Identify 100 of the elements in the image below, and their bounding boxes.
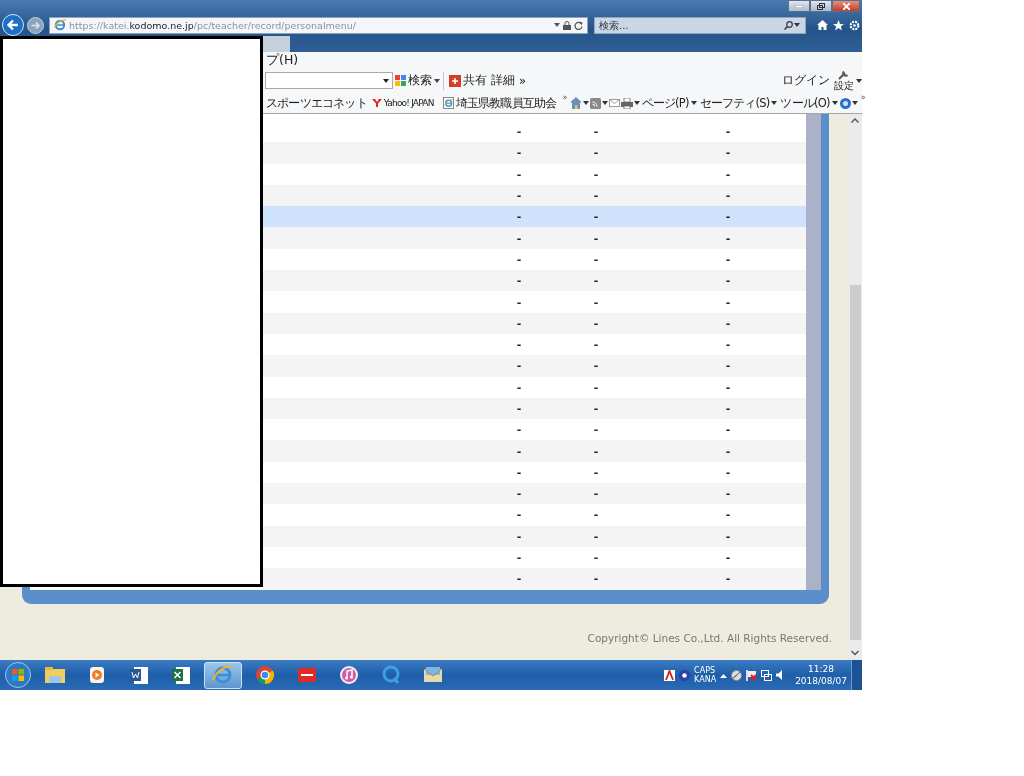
command-menu[interactable]: セーフティ(S) [698,95,779,111]
taskbar-button[interactable] [204,661,242,689]
more-button[interactable]: » [562,93,567,102]
menu-item[interactable]: プ(H) [264,51,301,69]
music-icon [338,664,360,686]
minimize-button[interactable] [788,0,810,12]
table-cell-text: - [592,487,600,501]
table-row[interactable]: - - - [263,206,806,228]
restore-button[interactable] [810,0,832,12]
table-cell-text: - [592,380,600,394]
speaker-icon[interactable] [776,670,784,680]
star-icon[interactable] [833,19,844,31]
table-cell-text: - [724,167,732,181]
settings-button[interactable]: 設定 [832,70,856,91]
login-button[interactable]: ログイン [780,73,832,88]
table-row[interactable]: - - - [263,270,806,292]
table-row[interactable]: - - - [263,355,806,377]
refresh-icon[interactable] [574,20,583,30]
table-cell-text: - [515,167,523,181]
caret-icon[interactable] [633,101,640,105]
scroll-thumb[interactable] [849,285,861,640]
table-cell-text: - [724,423,732,437]
yahoo-icon [371,99,382,107]
show-desktop-button[interactable] [851,660,862,690]
table-cell-text: - [592,231,600,245]
page-icon [442,97,454,109]
caret-icon[interactable] [601,101,608,105]
forward-button[interactable] [27,16,44,34]
table-cell-text: - [592,444,600,458]
address-field[interactable]: https://katei.kodomo.ne.jp/pc/teacher/record/personalmenu/ [49,16,588,34]
more-button[interactable]: » [517,73,529,88]
table-cell-text: - [724,274,732,288]
table-row[interactable]: - - - [263,440,806,462]
document-icon [128,664,150,686]
settings-icon[interactable] [849,19,860,31]
table-row[interactable]: - - - [263,312,806,334]
table-cell-text: - [592,316,600,330]
table-cell-text: - [724,402,732,415]
start-button[interactable] [5,662,31,688]
table-cell-text: - [724,146,732,160]
table-cell-text: - [724,295,732,309]
more-button[interactable]: » [860,93,865,102]
table-row[interactable]: - - - [263,142,806,164]
table-cell-text: - [724,189,732,203]
table-cell-text: - [515,508,523,522]
toolbar-field[interactable] [265,72,393,89]
caret-icon[interactable] [383,78,389,83]
search-button[interactable]: 検索 [393,73,434,88]
home-icon[interactable] [817,19,828,30]
table-cell-text: - [515,423,523,437]
favorite-link[interactable]: 埼玉県教職員互助会 [441,95,558,111]
table-cell-text: - [515,551,523,565]
table-cell-text: - [592,529,600,543]
folder-icon [44,664,66,686]
tab[interactable] [262,36,290,52]
table-cell-text: - [515,359,523,373]
caret-icon [771,101,778,105]
caret-icon[interactable] [851,101,858,105]
caps-indicator: CAPS [694,666,717,675]
table-cell-text: - [592,359,600,373]
scrollbar[interactable] [848,114,862,660]
table-cell-text: - [724,508,732,522]
clock[interactable]: 11:28 2018/08/07 [795,663,847,687]
table-cell-text: - [592,338,600,352]
globe-icon[interactable] [731,669,743,681]
flag-icon[interactable] [746,669,758,681]
table-row[interactable]: - - - [263,184,806,207]
spreadsheet-icon [170,664,192,686]
back-button[interactable] [2,14,24,36]
share-button[interactable]: 共有 [447,73,489,88]
table-cell-text: - [592,146,600,160]
caret-icon[interactable] [434,78,440,83]
show-hidden-icon[interactable] [720,672,728,678]
help-icon[interactable] [839,97,851,109]
table-cell-text: - [592,189,600,203]
caret-icon[interactable] [582,101,589,105]
details-button[interactable]: 詳細 [489,73,517,88]
help-icon[interactable] [679,669,691,681]
command-menu[interactable]: ツール(O) [779,95,839,111]
table-cell-text: - [724,444,732,458]
favorite-link[interactable]: スポーツエコネット [265,95,368,111]
table-row[interactable]: - - - [263,525,806,547]
table-row[interactable]: - - - [263,227,806,249]
command-menu[interactable]: ページ(P) [640,95,698,111]
table-cell-text: - [515,146,523,160]
close-button[interactable] [832,0,860,12]
table-row[interactable]: - - - [263,483,806,505]
favorite-link[interactable]: Yahoo! JAPAN [370,98,435,108]
caret-icon[interactable] [554,23,560,27]
copyright-text: Copyright© Lines Co.,Ltd. All Rights Reserved. [587,631,832,644]
table-cell-text: - [724,529,732,543]
table-row[interactable]: - - - [263,568,806,590]
minimize-icon [795,4,803,8]
table-row[interactable]: - - - [263,397,806,420]
caret-icon[interactable] [856,78,862,83]
table-cell-text: - [724,125,732,139]
print-icon[interactable] [620,97,633,109]
table-cell-text: - [724,359,732,373]
network-icon[interactable] [761,669,773,681]
table-cell-text: - [515,529,523,543]
